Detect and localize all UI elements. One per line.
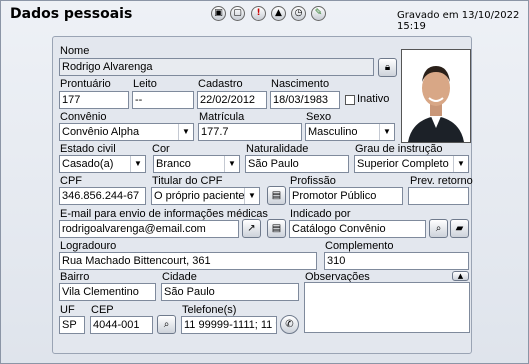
whatsapp-icon[interactable]: ✆ [280, 315, 299, 334]
email-label: E-mail para envio de informações médicas [60, 208, 268, 220]
cep-label: CEP [91, 304, 114, 316]
titular-label: Titular do CPF [152, 175, 223, 187]
naturalidade-label: Naturalidade [246, 143, 309, 155]
estado-civil-value: Casado(a) [62, 158, 114, 170]
sexo-value: Masculino [308, 126, 358, 138]
cep-field[interactable]: 4044-001 [90, 316, 153, 334]
saved-timestamp: Gravado em 13/10/2022 15:19 [397, 10, 520, 32]
convenio-select[interactable]: Convênio Alpha ▼ [59, 123, 194, 141]
indicado-field[interactable]: Catálogo Convênio [289, 220, 426, 238]
cadastro-field[interactable]: 22/02/2012 [197, 91, 267, 109]
patient-photo [401, 49, 471, 143]
prev-retorno-label: Prev. retorno [410, 175, 473, 187]
complemento-field[interactable]: 310 [324, 252, 469, 270]
collapse-icon[interactable]: ▲ [452, 271, 469, 281]
chevron-down-icon: ▼ [379, 124, 394, 140]
chevron-down-icon: ▼ [453, 156, 468, 172]
cor-select[interactable]: Branco ▼ [153, 155, 240, 173]
nome-field[interactable]: Rodrigo Alvarenga [59, 58, 374, 76]
matricula-field[interactable]: 177.7 [198, 123, 302, 141]
uf-field[interactable]: SP [59, 316, 85, 334]
logradouro-label: Logradouro [60, 240, 117, 252]
sexo-label: Sexo [306, 111, 332, 123]
upload-icon[interactable]: ▲ [271, 6, 286, 21]
prev-retorno-field[interactable] [408, 187, 469, 205]
matricula-label: Matrícula [199, 111, 245, 123]
save-icon[interactable]: ▣ [211, 6, 226, 21]
observacoes-textarea[interactable] [304, 282, 470, 333]
convenio-value: Convênio Alpha [62, 126, 140, 138]
estado-civil-select[interactable]: Casado(a) ▼ [59, 155, 146, 173]
search-icon[interactable]: ⌕ [429, 219, 448, 238]
nascimento-label: Nascimento [271, 78, 330, 90]
chevron-down-icon: ▼ [130, 156, 145, 172]
chevron-down-icon: ▼ [224, 156, 239, 172]
leito-field[interactable]: -- [132, 91, 194, 109]
sexo-select[interactable]: Masculino ▼ [305, 123, 395, 141]
indicado-label: Indicado por [290, 208, 351, 220]
bairro-field[interactable]: Vila Clementino [59, 283, 156, 301]
inativo-checkbox[interactable] [345, 95, 355, 105]
chevron-down-icon: ▼ [244, 188, 259, 204]
complemento-label: Complemento [325, 240, 394, 252]
grau-label: Grau de instrução [355, 143, 443, 155]
inativo-label: Inativo [357, 93, 390, 105]
telefone-label: Telefone(s) [182, 304, 237, 316]
page-title: Dados pessoais [10, 6, 133, 22]
chevron-down-icon: ▼ [178, 124, 193, 140]
titular-value: O próprio paciente [154, 190, 245, 202]
lock-icon[interactable]: 🔒︎ [378, 58, 397, 77]
nome-label: Nome [60, 45, 90, 57]
profissao-label: Profissão [290, 175, 336, 187]
cpf-label: CPF [60, 175, 82, 187]
grau-value: Superior Completo [357, 158, 449, 170]
cor-value: Branco [156, 158, 191, 170]
history-icon[interactable]: ◷ [291, 6, 306, 21]
naturalidade-field[interactable]: São Paulo [245, 155, 349, 173]
cor-label: Cor [152, 143, 170, 155]
alert-icon[interactable]: ! [251, 6, 266, 21]
convenio-label: Convênio [60, 111, 107, 123]
document-icon[interactable]: ▤ [267, 186, 286, 205]
titular-select[interactable]: O próprio paciente ▼ [151, 187, 260, 205]
cpf-field[interactable]: 346.856.244-67 [59, 187, 146, 205]
cadastro-label: Cadastro [198, 78, 243, 90]
profissao-field[interactable]: Promotor Público [289, 187, 403, 205]
new-document-icon[interactable]: ▢ [230, 6, 245, 21]
grau-select[interactable]: Superior Completo ▼ [354, 155, 469, 173]
logradouro-field[interactable]: Rua Machado Bittencourt, 361 [59, 252, 317, 270]
prontuario-label: Prontuário [60, 78, 111, 90]
bairro-label: Bairro [60, 271, 90, 283]
cidade-label: Cidade [162, 271, 197, 283]
title-bar: Dados pessoais ▣ ▢ ! ▲ ◷ ✎ Gravado em 13… [1, 1, 528, 32]
search-icon[interactable]: ⌕ [157, 315, 176, 334]
uf-label: UF [60, 304, 75, 316]
leito-label: Leito [133, 78, 157, 90]
telefone-field[interactable]: 11 99999-1111; 11 9 [181, 316, 277, 334]
document-icon[interactable]: ▤ [267, 219, 286, 238]
leaf-icon[interactable]: ✎ [311, 6, 326, 21]
email-field[interactable]: rodrigoalvarenga@email.com [59, 220, 239, 238]
open-email-icon[interactable]: ↗ [242, 219, 261, 238]
cidade-field[interactable]: São Paulo [161, 283, 299, 301]
nascimento-field[interactable]: 18/03/1983 [270, 91, 340, 109]
estado-civil-label: Estado civil [60, 143, 116, 155]
prontuario-field[interactable]: 177 [59, 91, 129, 109]
eraser-icon[interactable]: ▰ [450, 219, 469, 238]
